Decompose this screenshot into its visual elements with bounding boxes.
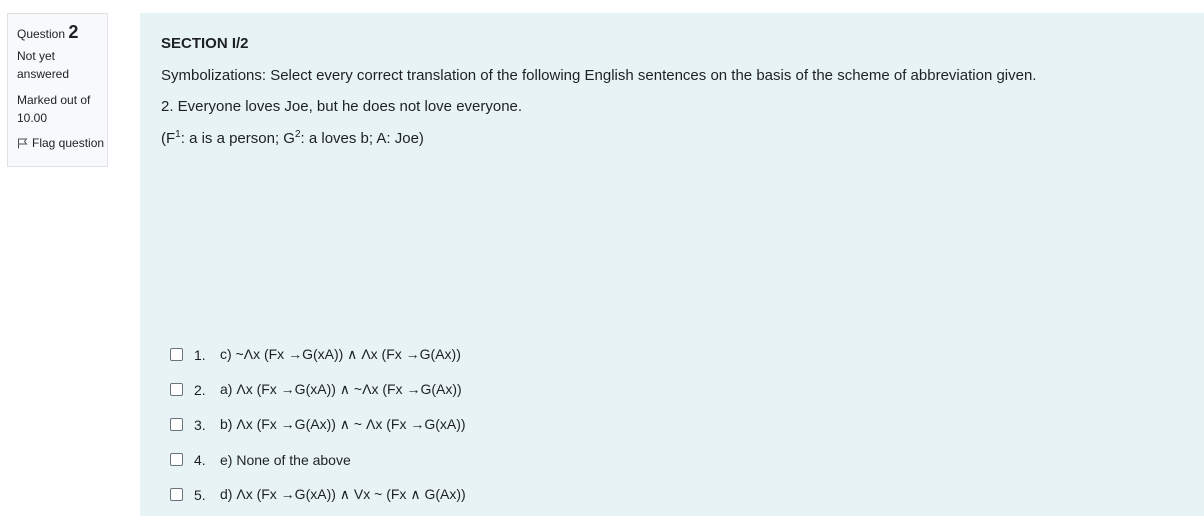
answer-number: 5. bbox=[194, 486, 206, 503]
grade-line-1: Marked out of bbox=[17, 93, 91, 107]
answer-text: c) ~Λx (Fx →G(xA)) ∧ Λx (Fx →G(Ax)) bbox=[220, 346, 461, 362]
abbreviation-scheme: (F1: a is a person; G2: a loves b; A: Jo… bbox=[161, 129, 424, 147]
question-content: SECTION I/2 Symbolizations: Select every… bbox=[140, 13, 1204, 516]
question-number-value: 2 bbox=[68, 22, 79, 42]
answer-number: 1. bbox=[194, 346, 206, 363]
question-grade: Marked out of 10.00 bbox=[17, 91, 107, 127]
scheme-open: (F bbox=[161, 130, 176, 147]
answer-text: e) None of the above bbox=[220, 451, 351, 468]
answer-text: a) Λx (Fx →G(xA)) ∧ ~Λx (Fx →G(Ax)) bbox=[220, 381, 462, 397]
answer-number: 3. bbox=[194, 416, 206, 433]
answer-list: 1. c) ~Λx (Fx →G(xA)) ∧ Λx (Fx →G(Ax)) 2… bbox=[170, 337, 466, 512]
question-sentence: 2. Everyone loves Joe, but he does not l… bbox=[161, 98, 523, 115]
flag-question-label: Flag question bbox=[32, 136, 105, 150]
answer-checkbox[interactable] bbox=[170, 488, 183, 501]
flag-icon bbox=[17, 138, 28, 149]
answer-option-5[interactable]: 5. d) Λx (Fx →G(xA)) ∧ Vx ~ (Fx ∧ G(Ax)) bbox=[170, 477, 466, 512]
answer-checkbox[interactable] bbox=[170, 453, 183, 466]
scheme-rest: : a loves b; A: Joe) bbox=[300, 130, 424, 147]
scheme-mid: : a is a person; G bbox=[180, 130, 295, 147]
answer-checkbox[interactable] bbox=[170, 348, 183, 361]
answer-checkbox[interactable] bbox=[170, 383, 183, 396]
state-line-2: answered bbox=[17, 67, 70, 81]
answer-number: 2. bbox=[194, 381, 206, 398]
question-number: Question 2 bbox=[17, 21, 107, 45]
answer-number: 4. bbox=[194, 451, 206, 468]
answer-option-1[interactable]: 1. c) ~Λx (Fx →G(xA)) ∧ Λx (Fx →G(Ax)) bbox=[170, 337, 466, 372]
question-state: Not yet answered bbox=[17, 47, 107, 83]
answer-checkbox[interactable] bbox=[170, 418, 183, 431]
section-title: SECTION I/2 bbox=[161, 35, 249, 52]
grade-line-2: 10.00 bbox=[17, 111, 48, 125]
question-label: Question bbox=[17, 27, 66, 41]
question-instruction: Symbolizations: Select every correct tra… bbox=[161, 67, 1037, 84]
answer-option-2[interactable]: 2. a) Λx (Fx →G(xA)) ∧ ~Λx (Fx →G(Ax)) bbox=[170, 372, 466, 407]
answer-option-3[interactable]: 3. b) Λx (Fx →G(Ax)) ∧ ~ Λx (Fx →G(xA)) bbox=[170, 407, 466, 442]
answer-text: b) Λx (Fx →G(Ax)) ∧ ~ Λx (Fx →G(xA)) bbox=[220, 416, 466, 432]
question-info-panel: Question 2 Not yet answered Marked out o… bbox=[7, 13, 108, 167]
flag-question-button[interactable]: Flag question bbox=[17, 135, 107, 151]
answer-text: d) Λx (Fx →G(xA)) ∧ Vx ~ (Fx ∧ G(Ax)) bbox=[220, 486, 466, 502]
answer-option-4[interactable]: 4. e) None of the above bbox=[170, 442, 466, 477]
state-line-1: Not yet bbox=[17, 49, 56, 63]
